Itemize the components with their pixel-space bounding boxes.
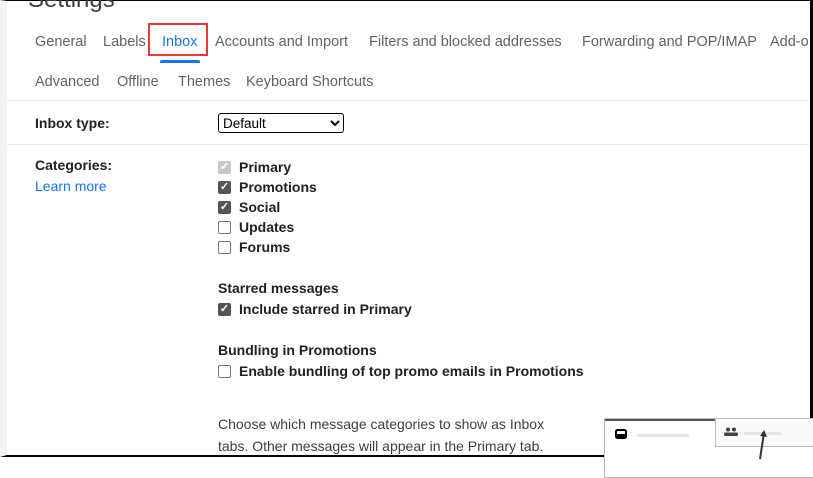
checkbox[interactable]: ✓ bbox=[218, 302, 231, 316]
tab-filters[interactable]: Filters and blocked addresses bbox=[369, 34, 562, 50]
page-title: Settings bbox=[28, 0, 115, 14]
bundling-heading: Bundling in Promotions bbox=[218, 342, 377, 358]
categories-label: Categories: bbox=[35, 157, 113, 173]
starred-heading: Starred messages bbox=[218, 280, 339, 296]
tab-themes[interactable]: Themes bbox=[178, 74, 230, 90]
tab-addons[interactable]: Add-o bbox=[770, 34, 809, 50]
checkbox-label: Forums bbox=[239, 239, 291, 255]
checkbox-label: Promotions bbox=[239, 179, 317, 195]
checkbox[interactable]: ✓ bbox=[218, 160, 231, 174]
preview-tab-social bbox=[715, 419, 813, 459]
category-updates[interactable]: Updates bbox=[218, 219, 294, 235]
checkbox-label: Updates bbox=[239, 219, 295, 235]
tab-forwarding[interactable]: Forwarding and POP/IMAP bbox=[582, 34, 757, 50]
window-frame bbox=[0, 0, 813, 457]
people-icon bbox=[724, 427, 738, 436]
tab-accounts-and-import[interactable]: Accounts and Import bbox=[215, 34, 348, 50]
inbox-tabs-preview bbox=[604, 418, 813, 478]
bundling-option[interactable]: Enable bundling of top promo emails in P… bbox=[218, 363, 584, 379]
arrow-annotation bbox=[759, 430, 767, 459]
inbox-icon bbox=[615, 429, 627, 439]
highlight-box bbox=[148, 23, 208, 56]
checkbox[interactable] bbox=[218, 240, 231, 254]
checkbox[interactable]: ✓ bbox=[218, 200, 231, 214]
category-forums[interactable]: Forums bbox=[218, 239, 290, 255]
checkbox[interactable]: ✓ bbox=[218, 180, 231, 194]
tab-advanced[interactable]: Advanced bbox=[35, 74, 100, 90]
include-starred-option[interactable]: ✓ Include starred in Primary bbox=[218, 301, 412, 317]
tab-labels[interactable]: Labels bbox=[103, 34, 146, 50]
checkbox-label: Enable bundling of top promo emails in P… bbox=[239, 363, 584, 379]
tab-offline[interactable]: Offline bbox=[117, 74, 159, 90]
category-promotions[interactable]: ✓ Promotions bbox=[218, 179, 317, 195]
category-primary[interactable]: ✓ Primary bbox=[218, 159, 291, 175]
tab-general[interactable]: General bbox=[35, 34, 87, 50]
divider bbox=[7, 144, 810, 145]
inbox-type-label: Inbox type: bbox=[35, 115, 110, 131]
tab-keyboard-shortcuts[interactable]: Keyboard Shortcuts bbox=[246, 74, 373, 90]
inbox-type-select[interactable]: Default bbox=[218, 113, 344, 133]
divider bbox=[7, 100, 810, 101]
checkbox-label: Social bbox=[239, 199, 281, 215]
categories-description: Choose which message categories to show … bbox=[218, 416, 545, 454]
checkbox[interactable] bbox=[218, 364, 231, 378]
active-tab-underline bbox=[160, 60, 200, 63]
checkbox-label: Primary bbox=[239, 159, 292, 175]
category-social[interactable]: ✓ Social bbox=[218, 199, 280, 215]
checkbox-label: Include starred in Primary bbox=[239, 301, 412, 317]
checkbox[interactable] bbox=[218, 220, 231, 234]
learn-more-link[interactable]: Learn more bbox=[35, 178, 107, 194]
preview-tab-primary bbox=[605, 419, 715, 447]
